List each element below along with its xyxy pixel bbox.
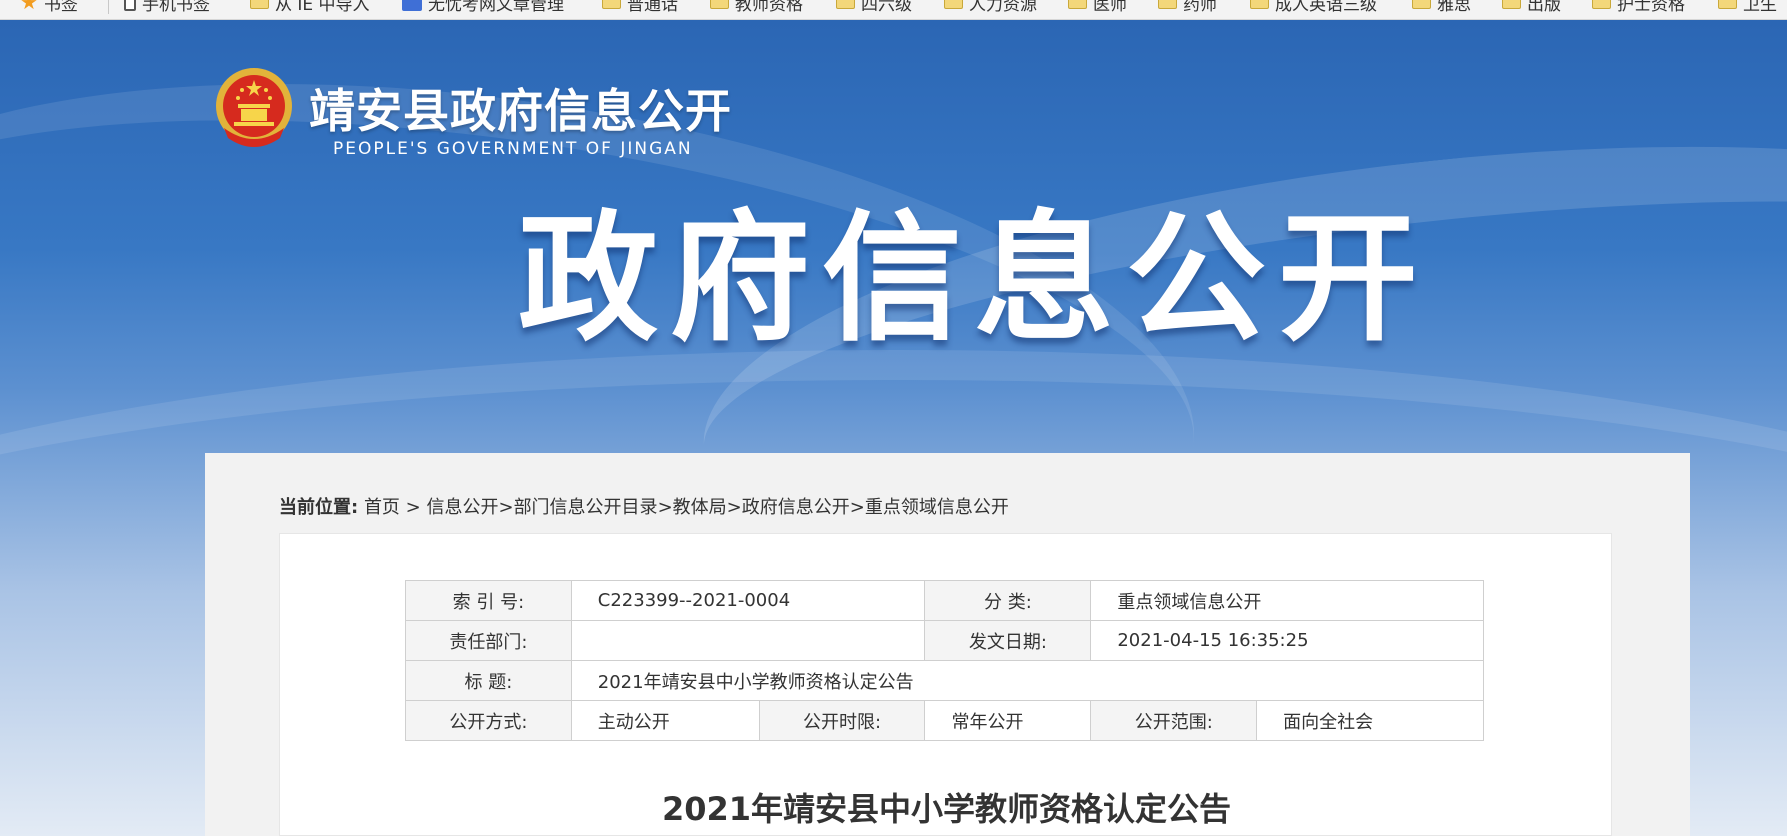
category-label: 分 类: (924, 580, 1092, 621)
bookmark-label: 教师资格 (735, 0, 803, 15)
breadcrumb-gov-info[interactable]: 政府信息公开 (742, 497, 850, 518)
bookmark-health[interactable]: 卫生 (1718, 0, 1777, 15)
folder-icon (1718, 0, 1737, 9)
bookmark-label: 从 IE 中导入 (275, 0, 370, 15)
bookmark-mobile[interactable]: 手机书签 (124, 0, 210, 15)
site-subtitle: PEOPLE'S GOVERNMENT OF JINGAN (333, 139, 693, 159)
folder-icon (710, 0, 729, 9)
bookmarks-bar: ★ 书签 手机书签 从 IE 中导入 无忧考网文章管理 普通话 教师资格 四六级… (0, 0, 1787, 20)
site-icon (402, 0, 422, 11)
breadcrumb-separator: > (498, 497, 514, 518)
site-title: 靖安县政府信息公开 (309, 84, 732, 138)
bookmark-hr[interactable]: 人力资源 (944, 0, 1037, 15)
breadcrumb-home[interactable]: 首页 (364, 497, 400, 518)
issue-date-value: 2021-04-15 16:35:25 (1090, 620, 1484, 661)
table-row: 索 引 号: C223399--2021-0004 分 类: 重点领域信息公开 (405, 580, 1484, 621)
department-value (570, 620, 926, 661)
folder-icon (1592, 0, 1611, 9)
table-row: 标 题: 2021年靖安县中小学教师资格认定公告 (405, 660, 1485, 701)
bookmark-putonghua[interactable]: 普通话 (602, 0, 678, 15)
star-icon: ★ (20, 0, 38, 14)
disclosure-mode-value: 主动公开 (570, 700, 760, 741)
bookmark-label: 卫生 (1743, 0, 1777, 15)
issue-date-label: 发文日期: (924, 620, 1092, 661)
breadcrumb: 当前位置: 首页 > 信息公开>部门信息公开目录>教体局>政府信息公开>重点领域… (279, 493, 1009, 519)
folder-icon (250, 0, 269, 9)
disclosure-period-value: 常年公开 (924, 700, 1092, 741)
banner-title: 政府信息公开 (518, 198, 1431, 361)
document-title: 2021年靖安县中小学教师资格认定公告 (661, 790, 1232, 828)
folder-icon (1412, 0, 1431, 9)
bookmark-teacher[interactable]: 教师资格 (710, 0, 803, 15)
bookmark-label: 人力资源 (969, 0, 1037, 15)
folder-icon (1502, 0, 1521, 9)
bookmark-publishing[interactable]: 出版 (1502, 0, 1561, 15)
title-label: 标 题: (405, 660, 572, 701)
bookmark-bookmarks[interactable]: ★ 书签 (20, 0, 78, 15)
bookmark-nurse[interactable]: 护士资格 (1592, 0, 1685, 15)
bookmark-label: 医师 (1093, 0, 1127, 15)
breadcrumb-education-bureau[interactable]: 教体局 (673, 497, 727, 518)
disclosure-mode-label: 公开方式: (405, 700, 572, 741)
bookmark-ielts[interactable]: 雅思 (1412, 0, 1471, 15)
bookmark-label: 雅思 (1437, 0, 1471, 15)
title-value: 2021年靖安县中小学教师资格认定公告 (570, 660, 1485, 701)
folder-icon (1158, 0, 1177, 9)
breadcrumb-info-public[interactable]: 信息公开 (426, 497, 498, 518)
bookmark-label: 无忧考网文章管理 (428, 0, 564, 15)
folder-icon (836, 0, 855, 9)
bookmark-label: 四六级 (861, 0, 912, 15)
article-card: 索 引 号: C223399--2021-0004 分 类: 重点领域信息公开 … (279, 533, 1612, 836)
breadcrumb-separator: > (657, 497, 673, 518)
bookmark-cet[interactable]: 四六级 (836, 0, 912, 15)
bookmark-import-ie[interactable]: 从 IE 中导入 (250, 0, 370, 15)
bookmark-adult-english[interactable]: 成人英语三级 (1250, 0, 1377, 15)
disclosure-scope-label: 公开范围: (1090, 700, 1258, 741)
breadcrumb-separator: > (849, 497, 865, 518)
folder-icon (1250, 0, 1269, 9)
table-row: 责任部门: 发文日期: 2021-04-15 16:35:25 (405, 620, 1484, 661)
category-value: 重点领域信息公开 (1090, 580, 1484, 621)
bookmark-label: 出版 (1527, 0, 1561, 15)
bookmark-label: 普通话 (627, 0, 678, 15)
content-panel: 当前位置: 首页 > 信息公开>部门信息公开目录>教体局>政府信息公开>重点领域… (205, 453, 1690, 836)
folder-icon (1068, 0, 1087, 9)
disclosure-scope-value: 面向全社会 (1256, 700, 1484, 741)
metadata-table: 索 引 号: C223399--2021-0004 分 类: 重点领域信息公开 … (405, 580, 1485, 741)
national-emblem-icon (216, 68, 292, 147)
bookmark-label: 药师 (1183, 0, 1217, 15)
table-row: 公开方式: 主动公开 公开时限: 常年公开 公开范围: 面向全社会 (405, 700, 1484, 741)
bookmark-label: 护士资格 (1617, 0, 1685, 15)
breadcrumb-dept-catalog[interactable]: 部门信息公开目录 (514, 497, 658, 518)
bookmark-physician[interactable]: 医师 (1068, 0, 1127, 15)
breadcrumb-separator: > (726, 497, 742, 518)
breadcrumb-label: 当前位置: (279, 497, 359, 518)
bookmark-51test[interactable]: 无忧考网文章管理 (402, 0, 564, 15)
folder-icon (944, 0, 963, 9)
breadcrumb-separator: > (399, 497, 427, 518)
disclosure-period-label: 公开时限: (758, 700, 926, 741)
bookmark-label: 手机书签 (142, 0, 210, 15)
breadcrumb-key-areas[interactable]: 重点领域信息公开 (865, 497, 1009, 518)
department-label: 责任部门: (405, 620, 572, 661)
index-number-value: C223399--2021-0004 (570, 580, 926, 621)
index-number-label: 索 引 号: (405, 580, 572, 621)
bookmark-label: 成人英语三级 (1275, 0, 1377, 15)
bookmark-label: 书签 (43, 0, 78, 15)
folder-icon (602, 0, 621, 9)
bookmark-separator (108, 0, 109, 14)
phone-icon (124, 0, 136, 11)
bookmark-pharmacist[interactable]: 药师 (1158, 0, 1217, 15)
